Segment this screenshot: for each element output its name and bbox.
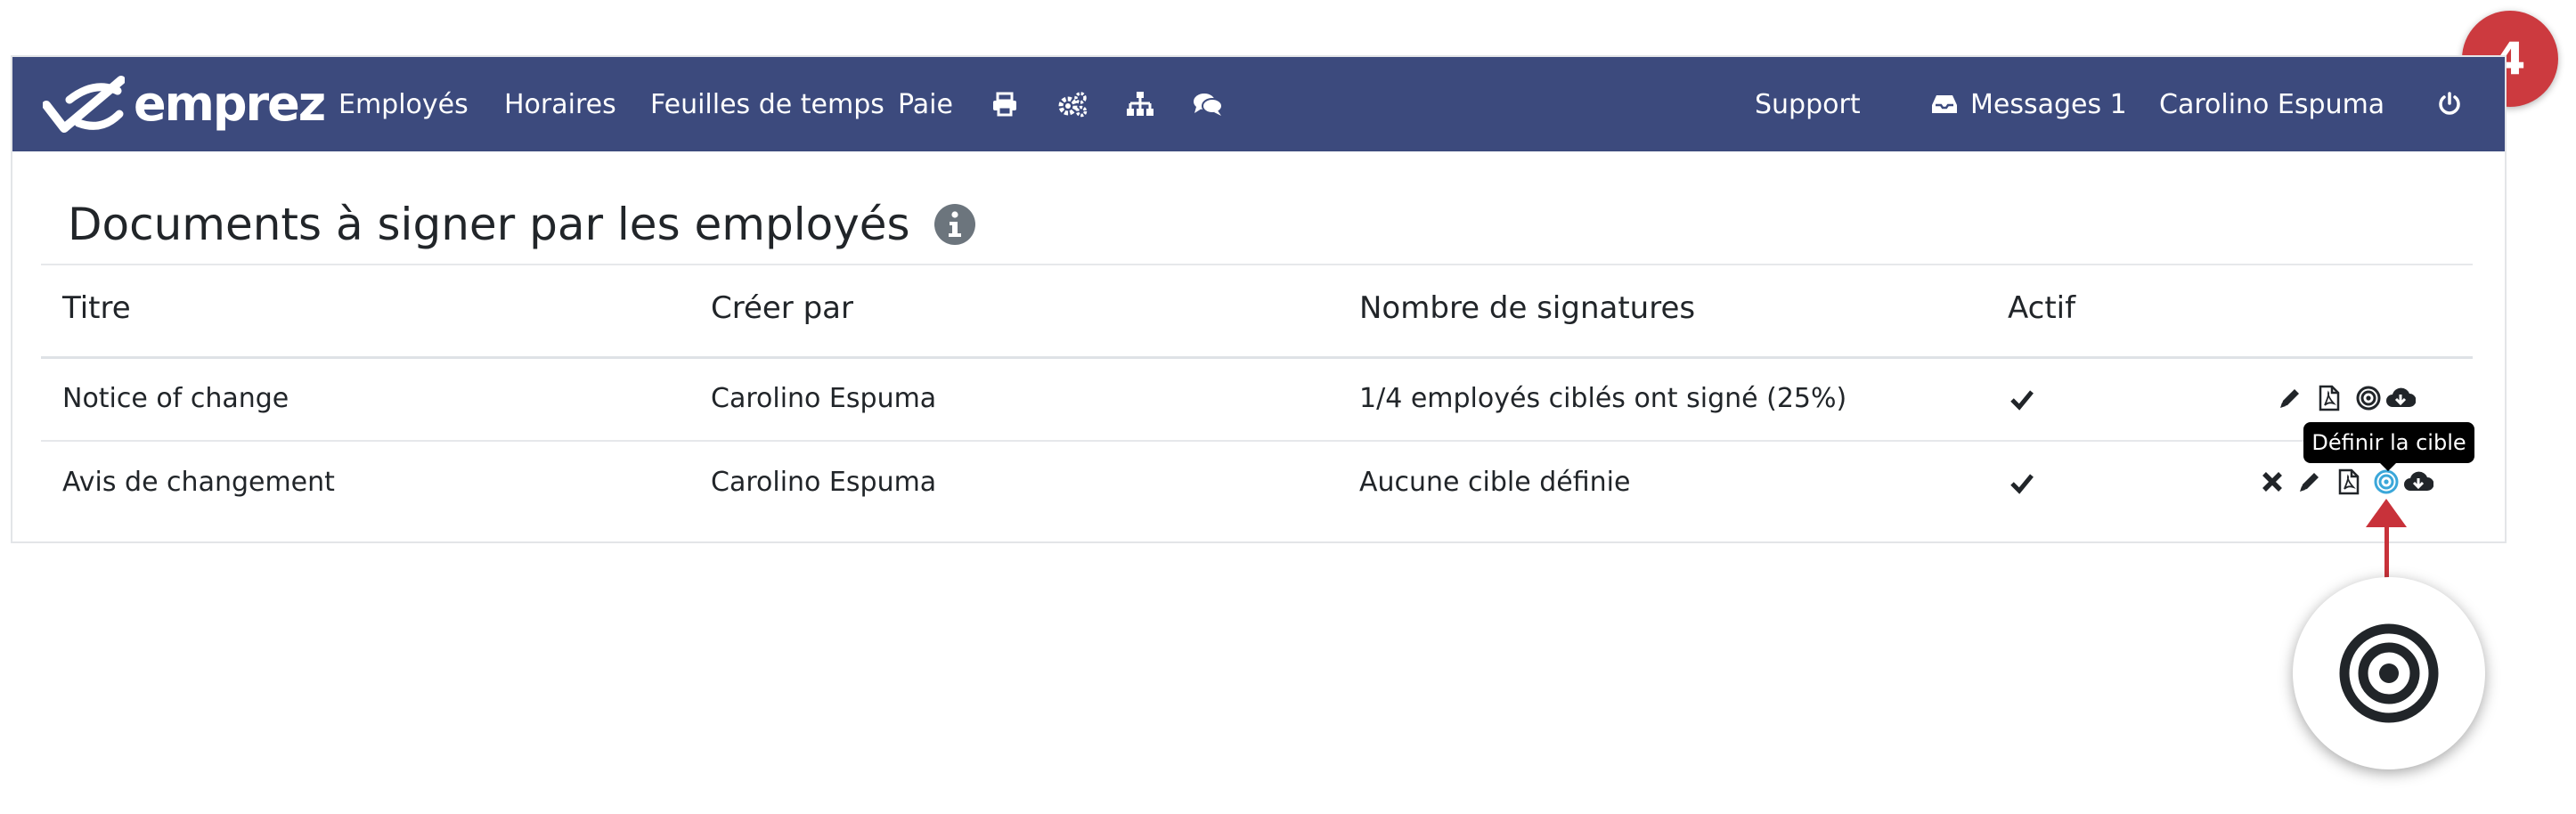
row-created-by: Carolino Espuma [711,383,937,414]
nav-feuilles-de-temps[interactable]: Feuilles de temps [650,57,884,151]
messages-label: Messages 1 [1970,88,2127,120]
column-header-actif[interactable]: Actif [2008,290,2075,326]
table-row-divider [41,440,2473,442]
nav-messages[interactable]: Messages 1 [1931,57,2127,151]
nav-user-menu[interactable]: Carolino Espuma [2159,57,2384,151]
info-circle-icon[interactable] [933,203,976,246]
annotation-arrow-line [2384,520,2389,579]
comments-icon[interactable] [1188,57,1227,151]
cloud-download-icon[interactable] [2385,383,2416,413]
target-icon [2339,623,2439,723]
emprez-logo-mark-icon [43,76,125,133]
check-icon [2010,390,2034,411]
edit-icon[interactable] [2275,383,2305,413]
emprez-logo[interactable]: emprez [43,73,326,135]
target-icon[interactable] [2371,467,2401,497]
nav-paie[interactable]: Paie [898,57,953,151]
table-header-divider [41,356,2473,359]
row-title: Avis de changement [62,467,335,498]
pdf-icon[interactable] [2314,383,2344,413]
nav-support[interactable]: Support [1755,57,1861,151]
nav-horaires[interactable]: Horaires [504,57,616,151]
row-signatures: Aucune cible définie [1359,467,1631,498]
tooltip: Définir la cible [2303,422,2474,463]
page-title: Documents à signer par les employés [68,199,910,250]
target-icon[interactable] [2353,383,2384,413]
inbox-icon [1932,95,1957,113]
column-header-nombre-de-signatures[interactable]: Nombre de signatures [1359,290,1695,326]
page-header: Documents à signer par les employés [68,189,976,260]
edit-icon[interactable] [2295,467,2325,497]
sitemap-icon[interactable] [1121,57,1160,151]
table-top-divider [41,264,2473,265]
row-title: Notice of change [62,383,289,414]
row-signatures: 1/4 employés ciblés ont signé (25%) [1359,383,1847,414]
zoom-callout [2293,577,2485,769]
pdf-icon[interactable] [2334,467,2364,497]
delete-icon[interactable] [2257,467,2287,497]
column-header-titre[interactable]: Titre [62,290,131,326]
power-icon[interactable] [2430,57,2469,151]
top-navbar: emprez Employés Horaires Feuilles de tem… [12,57,2505,151]
cogs-icon[interactable] [1053,57,1092,151]
row-created-by: Carolino Espuma [711,467,937,498]
logo-text: emprez [134,76,326,132]
tooltip-arrow [2380,463,2396,471]
app-window: emprez Employés Horaires Feuilles de tem… [11,55,2507,543]
column-header-creer-par[interactable]: Créer par [711,290,853,326]
print-icon[interactable] [985,57,1024,151]
cloud-download-icon[interactable] [2403,467,2433,497]
check-icon [2010,474,2034,494]
nav-employes[interactable]: Employés [338,57,469,151]
